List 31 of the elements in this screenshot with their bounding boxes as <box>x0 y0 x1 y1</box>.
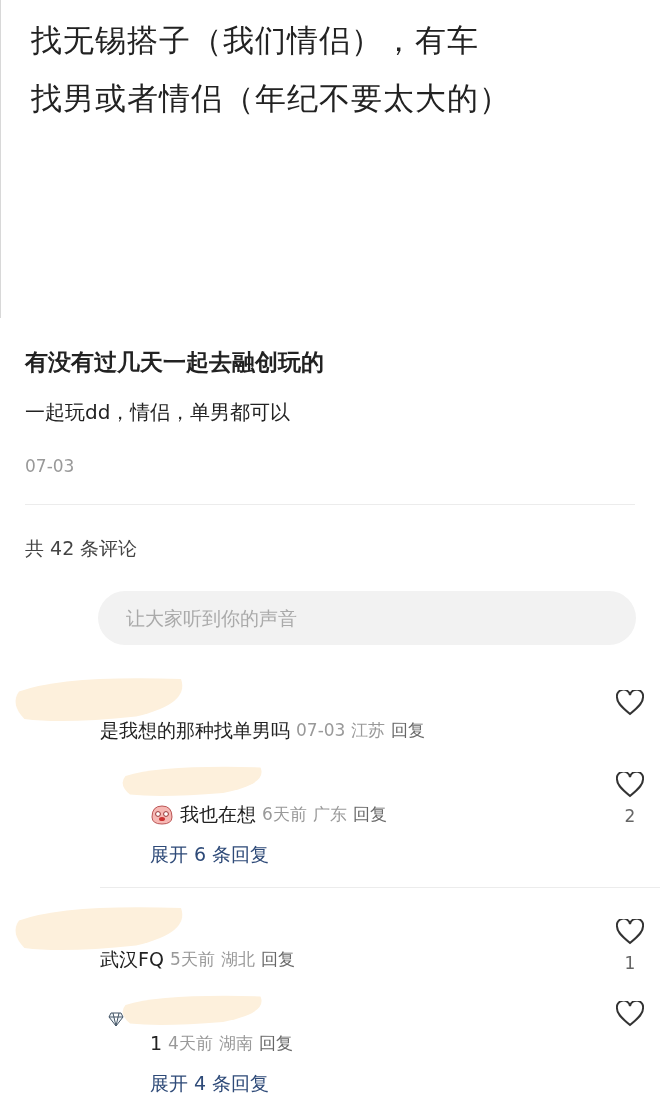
comment-location: 湖南 <box>218 1032 253 1055</box>
expand-replies-link[interactable]: 展开 4 条回复 <box>150 1072 270 1094</box>
comment-time: 4天前 <box>168 1032 213 1055</box>
like-icon[interactable] <box>616 772 644 798</box>
like-count: 1 <box>624 953 636 973</box>
comment-location: 江苏 <box>351 719 386 742</box>
comment-location: 广东 <box>312 803 347 826</box>
note-date: 07-03 <box>25 455 76 477</box>
image-text-line: 找无锡搭子（我们情侣），有车 <box>31 21 480 60</box>
comment-count: 共 42 条评论 <box>25 536 139 561</box>
note-body: 一起玩dd，情侣，单男都可以 <box>25 399 292 426</box>
reply-text: 1 <box>150 1031 163 1056</box>
reply-link[interactable]: 回复 <box>391 716 426 744</box>
comment-text: 武汉FQ <box>100 947 164 972</box>
comment-location: 湖北 <box>220 948 255 971</box>
like-icon[interactable] <box>616 919 644 945</box>
reply-text: 我也在想 <box>180 802 256 827</box>
comment-time: 6天前 <box>262 803 307 826</box>
comment-text: 是我想的那种找单男吗 <box>100 718 290 743</box>
comment-time: 07-03 <box>296 719 346 742</box>
image-text-line: 找男或者情侣（年纪不要太大的） <box>31 79 512 118</box>
reply-link[interactable]: 回复 <box>352 800 387 828</box>
expand-replies-link[interactable]: 展开 6 条回复 <box>150 843 270 865</box>
reply-link[interactable]: 回复 <box>258 1029 293 1057</box>
like-count: 2 <box>624 806 636 826</box>
comment-time: 5天前 <box>169 948 215 971</box>
like-icon[interactable] <box>616 690 644 716</box>
like-icon[interactable] <box>616 1001 644 1027</box>
comment-input[interactable]: 让大家听到你的声音 <box>98 591 636 645</box>
note-title: 有没有过几天一起去融创玩的 <box>25 348 325 377</box>
reply-link[interactable]: 回复 <box>260 945 295 973</box>
